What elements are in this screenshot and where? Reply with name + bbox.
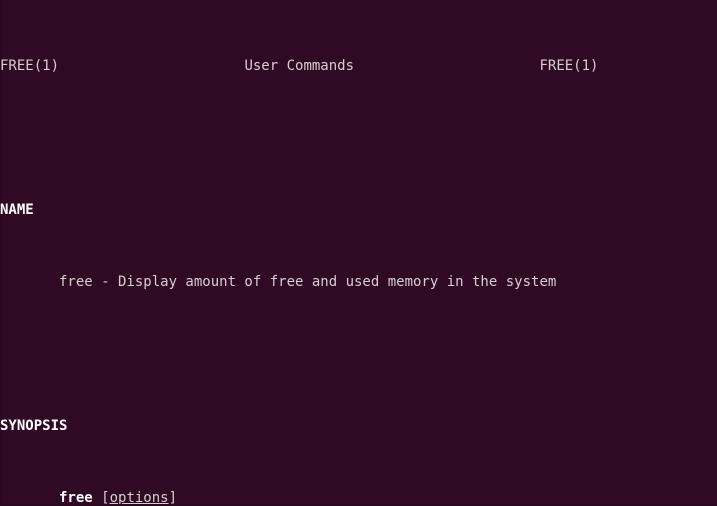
man-header-center: User Commands	[244, 58, 355, 74]
section-heading-synopsis: SYNOPSIS	[0, 417, 657, 435]
man-header-right: FREE(1)	[539, 58, 599, 74]
spacer-line-2	[0, 345, 657, 363]
name-heading-text: NAME	[0, 202, 34, 218]
man-page-content: FREE(1) User Commands FREE(1) NAME free …	[0, 0, 657, 506]
synopsis-heading-text: SYNOPSIS	[0, 418, 68, 434]
man-header-gap-1	[59, 58, 244, 74]
name-description-line: free - Display amount of free and used m…	[0, 273, 657, 291]
man-header-line: FREE(1) User Commands FREE(1)	[0, 57, 657, 75]
spacer-line-1	[0, 129, 657, 147]
section-heading-name: NAME	[0, 201, 657, 219]
name-body-text: free - Display amount of free and used m…	[0, 274, 557, 290]
man-header-left: FREE(1)	[0, 58, 60, 74]
man-header-gap-2	[354, 58, 539, 74]
terminal-window[interactable]: FREE(1) User Commands FREE(1) NAME free …	[0, 0, 717, 506]
